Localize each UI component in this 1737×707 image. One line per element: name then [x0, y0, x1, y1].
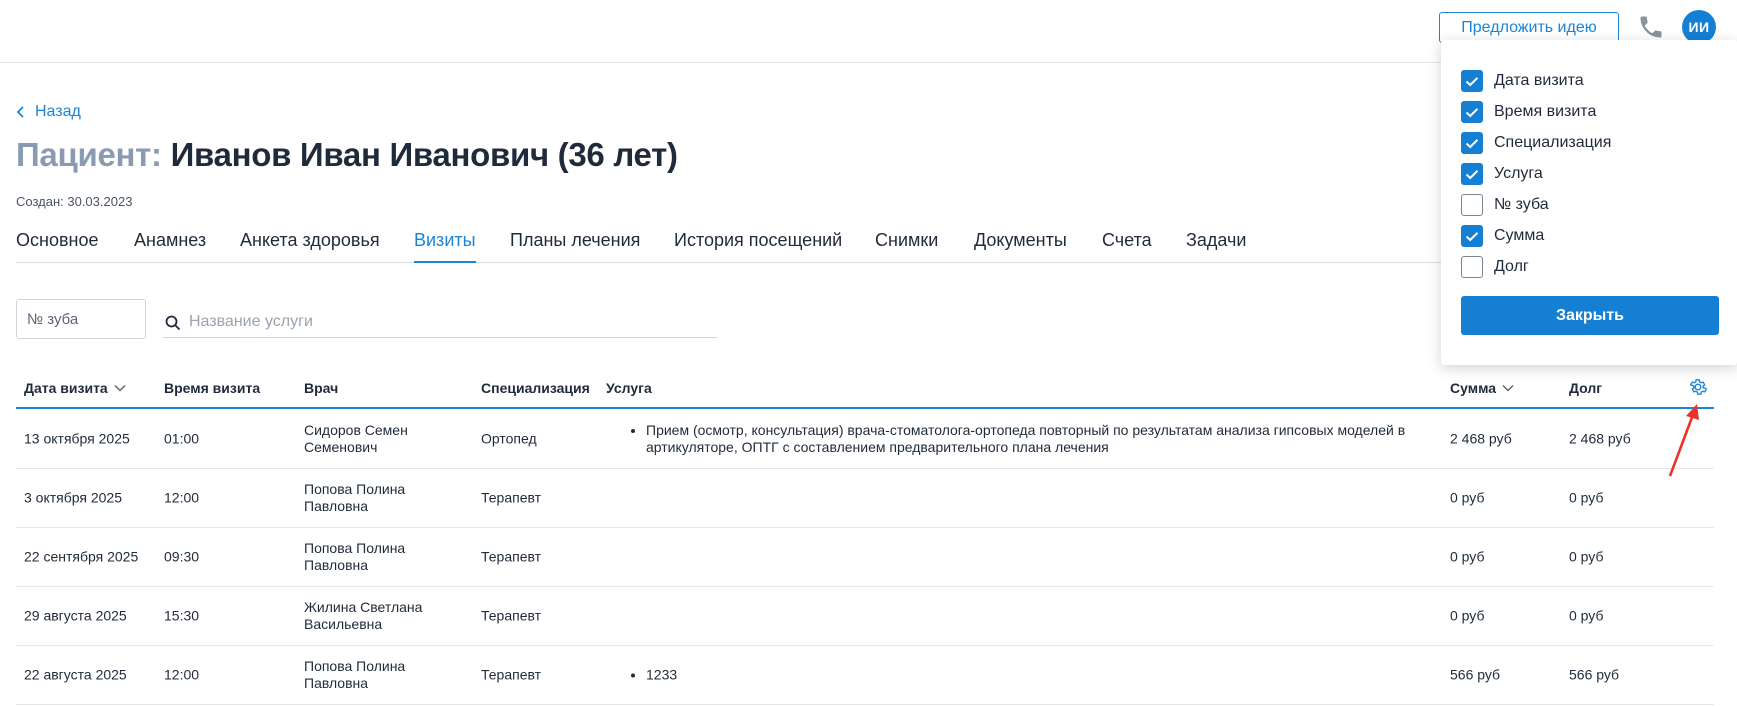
column-header-sum[interactable]: Сумма — [1450, 380, 1514, 396]
tab-images[interactable]: Снимки — [875, 230, 938, 263]
checkbox[interactable] — [1461, 225, 1483, 247]
tab-tasks[interactable]: Задачи — [1186, 230, 1246, 263]
cell-specialization: Терапевт — [481, 548, 542, 565]
column-option-tooth[interactable]: № зуба — [1461, 194, 1549, 216]
column-option-sum[interactable]: Сумма — [1461, 225, 1544, 247]
suggest-idea-button[interactable]: Предложить идею — [1439, 12, 1619, 43]
cell-time: 09:30 — [164, 548, 200, 565]
check-icon — [1465, 169, 1479, 179]
cell-doctor: Попова Полина Павловна — [304, 540, 406, 573]
tab-invoices[interactable]: Счета — [1102, 230, 1152, 263]
column-header-specialization[interactable]: Специализация — [481, 380, 590, 396]
tab-anamnesis[interactable]: Анамнез — [134, 230, 206, 263]
checkbox[interactable] — [1461, 163, 1483, 185]
column-option-time[interactable]: Время визита — [1461, 101, 1596, 123]
service-search-input[interactable] — [189, 308, 709, 336]
cell-date: 3 октября 2025 — [24, 489, 122, 506]
table-row[interactable]: 13 октября 2025 01:00 Сидоров Семен Семе… — [16, 410, 1714, 469]
page-title: Пациент: Иванов Иван Иванович (36 лет) — [16, 136, 678, 174]
check-icon — [1465, 76, 1479, 86]
cell-debt: 566 руб — [1569, 666, 1620, 683]
service-search — [163, 308, 717, 338]
cell-specialization: Терапевт — [481, 666, 542, 683]
cell-sum: 0 руб — [1450, 607, 1485, 624]
cell-time: 12:00 — [164, 666, 200, 683]
phone-icon[interactable] — [1637, 13, 1665, 41]
cell-service: 1233 — [630, 667, 1410, 684]
cell-debt: 0 руб — [1569, 607, 1604, 624]
tooth-number-input[interactable] — [16, 299, 146, 339]
patient-name: Иванов Иван Иванович (36 лет) — [170, 136, 678, 173]
cell-specialization: Терапевт — [481, 607, 542, 624]
cell-debt: 0 руб — [1569, 548, 1604, 565]
cell-doctor: Сидоров Семен Семенович — [304, 422, 408, 455]
cell-specialization: Терапевт — [481, 489, 542, 506]
chevron-left-icon — [16, 106, 24, 118]
cell-sum: 2 468 руб — [1450, 430, 1512, 447]
table-header: Дата визита Время визита Врач Специализа… — [16, 372, 1714, 409]
checkbox[interactable] — [1461, 194, 1483, 216]
tab-treatment-plans[interactable]: Планы лечения — [510, 230, 640, 263]
column-header-service[interactable]: Услуга — [606, 380, 652, 396]
close-button[interactable]: Закрыть — [1461, 296, 1719, 335]
cell-sum: 0 руб — [1450, 489, 1485, 506]
avatar[interactable]: ИИ — [1682, 10, 1716, 44]
column-header-doctor[interactable]: Врач — [304, 380, 338, 396]
cell-date: 22 августа 2025 — [24, 666, 127, 683]
cell-doctor: Попова Полина Павловна — [304, 481, 406, 514]
search-icon — [165, 315, 181, 331]
column-header-debt[interactable]: Долг — [1569, 380, 1602, 396]
tab-visit-history[interactable]: История посещений — [674, 230, 842, 263]
back-link[interactable]: Назад — [16, 103, 81, 121]
tab-visits[interactable]: Визиты — [414, 230, 476, 263]
check-icon — [1465, 231, 1479, 241]
table-row[interactable]: 3 октября 2025 12:00 Попова Полина Павло… — [16, 469, 1714, 528]
page-title-label: Пациент: — [16, 136, 162, 173]
table-row[interactable]: 29 августа 2025 15:30 Жилина Светлана Ва… — [16, 587, 1714, 646]
gear-icon[interactable] — [1688, 377, 1708, 397]
cell-debt: 2 468 руб — [1569, 430, 1631, 447]
cell-date: 29 августа 2025 — [24, 607, 127, 624]
annotation-arrow — [1668, 404, 1699, 477]
cell-doctor: Попова Полина Павловна — [304, 658, 406, 691]
cell-date: 22 сентября 2025 — [24, 548, 139, 565]
column-header-date[interactable]: Дата визита — [24, 380, 126, 396]
created-date: Создан: 30.03.2023 — [16, 194, 133, 209]
cell-sum: 0 руб — [1450, 548, 1485, 565]
cell-specialization: Ортопед — [481, 430, 537, 447]
cell-doctor: Жилина Светлана Васильевна — [304, 599, 423, 632]
back-link-label: Назад — [35, 103, 81, 120]
table-row[interactable]: 22 августа 2025 12:00 Попова Полина Павл… — [16, 646, 1714, 705]
tab-documents[interactable]: Документы — [974, 230, 1067, 263]
check-icon — [1465, 107, 1479, 117]
cell-date: 13 октября 2025 — [24, 430, 130, 447]
cell-debt: 0 руб — [1569, 489, 1604, 506]
tab-health-form[interactable]: Анкета здоровья — [240, 230, 380, 263]
checkbox[interactable] — [1461, 256, 1483, 278]
tab-main[interactable]: Основное — [16, 230, 98, 263]
column-settings-popover: Дата визита Время визита Специализация У… — [1441, 40, 1737, 365]
column-header-time[interactable]: Время визита — [164, 380, 260, 396]
column-option-date[interactable]: Дата визита — [1461, 70, 1584, 92]
cell-service: Прием (осмотр, консультация) врача-стома… — [630, 422, 1410, 456]
cell-time: 12:00 — [164, 489, 200, 506]
cell-time: 15:30 — [164, 607, 200, 624]
column-option-debt[interactable]: Долг — [1461, 256, 1529, 278]
column-option-service[interactable]: Услуга — [1461, 163, 1543, 185]
column-option-specialization[interactable]: Специализация — [1461, 132, 1611, 154]
cell-sum: 566 руб — [1450, 666, 1501, 683]
check-icon — [1465, 138, 1479, 148]
checkbox[interactable] — [1461, 132, 1483, 154]
table-row[interactable]: 22 сентября 2025 09:30 Попова Полина Пав… — [16, 528, 1714, 587]
chevron-down-icon — [1502, 384, 1514, 392]
chevron-down-icon — [114, 384, 126, 392]
cell-time: 01:00 — [164, 430, 200, 447]
checkbox[interactable] — [1461, 101, 1483, 123]
checkbox[interactable] — [1461, 70, 1483, 92]
